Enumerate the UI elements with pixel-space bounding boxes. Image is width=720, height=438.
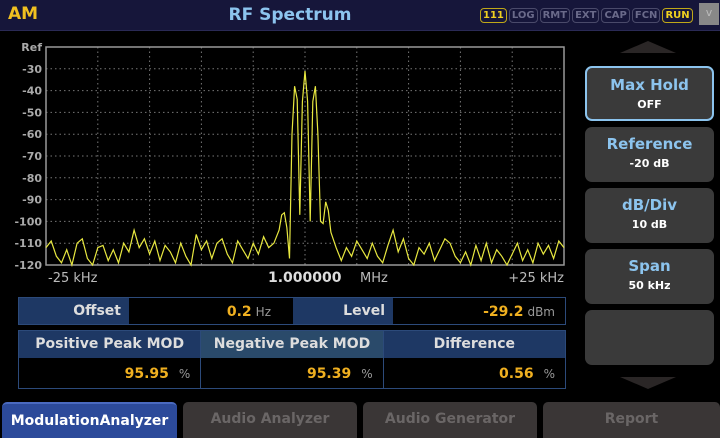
spectrum-plot: Ref -30 -40 -50 -60 -70 -80 -90 -100 -110 -120 -25… [14,41,565,286]
softkey-title: Span [628,257,671,275]
status-badge-111: 111 [480,8,507,23]
positive-peak-value: 95.95 [124,366,169,382]
tab-bar: ModulationAnalyzer Audio Analyzer Audio … [0,402,720,438]
status-badge-run: RUN [662,8,693,23]
tab-audio-generator[interactable]: Audio Generator [363,402,537,438]
span-button[interactable]: Span 50 kHz [585,249,714,304]
max-hold-button[interactable]: Max Hold OFF [585,66,714,121]
column-header: Difference [383,331,565,358]
offset-unit: Hz [255,305,271,319]
reference-button[interactable]: Reference -20 dB [585,127,714,182]
y-tick-label: -90 [22,194,42,207]
y-tick-label: -110 [14,237,42,250]
y-tick-label: -70 [22,150,42,163]
empty-softkey[interactable] [585,310,714,365]
column-header: Positive Peak MOD [19,331,201,358]
softkey-value: 10 dB [631,218,668,231]
menu-dropdown-button[interactable]: v [699,3,719,25]
softkey-value: 50 kHz [628,279,671,292]
difference-value: 0.56 [499,366,534,382]
db-div-button[interactable]: dB/Div 10 dB [585,188,714,243]
y-tick-label: -100 [14,215,42,228]
measurement-panel: Offset 0.2 Hz Level -29.2 dBm Positive Pea… [18,297,566,389]
y-tick-label: -30 [22,63,42,76]
softkey-title: Reference [606,135,693,153]
softkey-panel: Max Hold OFF Reference -20 dB dB/Div 10 dB … [578,33,720,398]
softkey-value: -20 dB [629,157,670,170]
offset-value: 0.2 [226,304,252,320]
y-tick-label: -120 [14,259,42,272]
scroll-down-arrow-icon[interactable] [620,377,676,389]
negative-peak-column: Negative Peak MOD 95.39% [201,331,384,388]
status-badge-ext: EXT [572,8,600,23]
y-tick-label: -50 [22,106,42,119]
y-tick-label: -60 [22,128,42,141]
x-label-right: +25 kHz [508,271,564,286]
y-tick-label: -40 [22,85,42,98]
level-value: -29.2 [483,304,524,320]
offset-label: Offset [73,303,121,319]
positive-peak-column: Positive Peak MOD 95.95% [19,331,202,388]
status-badge-cap: CAP [601,8,630,23]
tab-audio-analyzer[interactable]: Audio Analyzer [183,402,357,438]
status-badges: 111 LOG RMT EXT CAP FCN RUN [480,8,693,23]
title-bar: AM RF Spectrum 111 LOG RMT EXT CAP FCN R… [0,0,720,31]
softkey-value: OFF [637,98,662,111]
unit: % [361,367,373,381]
y-tick-label: Ref [21,41,42,54]
column-header: Negative Peak MOD [201,331,383,358]
status-badge-rmt: RMT [539,8,571,23]
y-axis-labels: Ref -30 -40 -50 -60 -70 -80 -90 -100 -110 -120 [14,41,42,272]
status-badge-fcn: FCN [631,8,661,23]
negative-peak-value: 95.39 [306,366,352,382]
spectrum-trace [45,70,565,268]
scroll-up-arrow-icon[interactable] [620,41,676,53]
y-tick-label: -80 [22,172,42,185]
tab-report[interactable]: Report [543,402,720,438]
x-label-center: 1.000000 [268,270,342,286]
x-label-left: -25 kHz [48,271,98,286]
softkey-title: Max Hold [610,76,689,94]
status-badge-log: LOG [508,8,538,23]
difference-column: Difference 0.56% [383,331,565,388]
offset-value-field: 0.2 Hz [129,298,293,324]
softkey-title: dB/Div [621,196,678,214]
level-label: Level [343,303,385,319]
unit: % [178,367,191,381]
tab-modulation-analyzer[interactable]: ModulationAnalyzer [2,402,177,438]
unit: % [543,367,555,381]
level-value-field: -29.2 dBm [393,298,565,324]
level-unit: dBm [527,305,555,319]
plot-grid [45,46,565,266]
x-label-center-unit: MHz [360,271,388,286]
